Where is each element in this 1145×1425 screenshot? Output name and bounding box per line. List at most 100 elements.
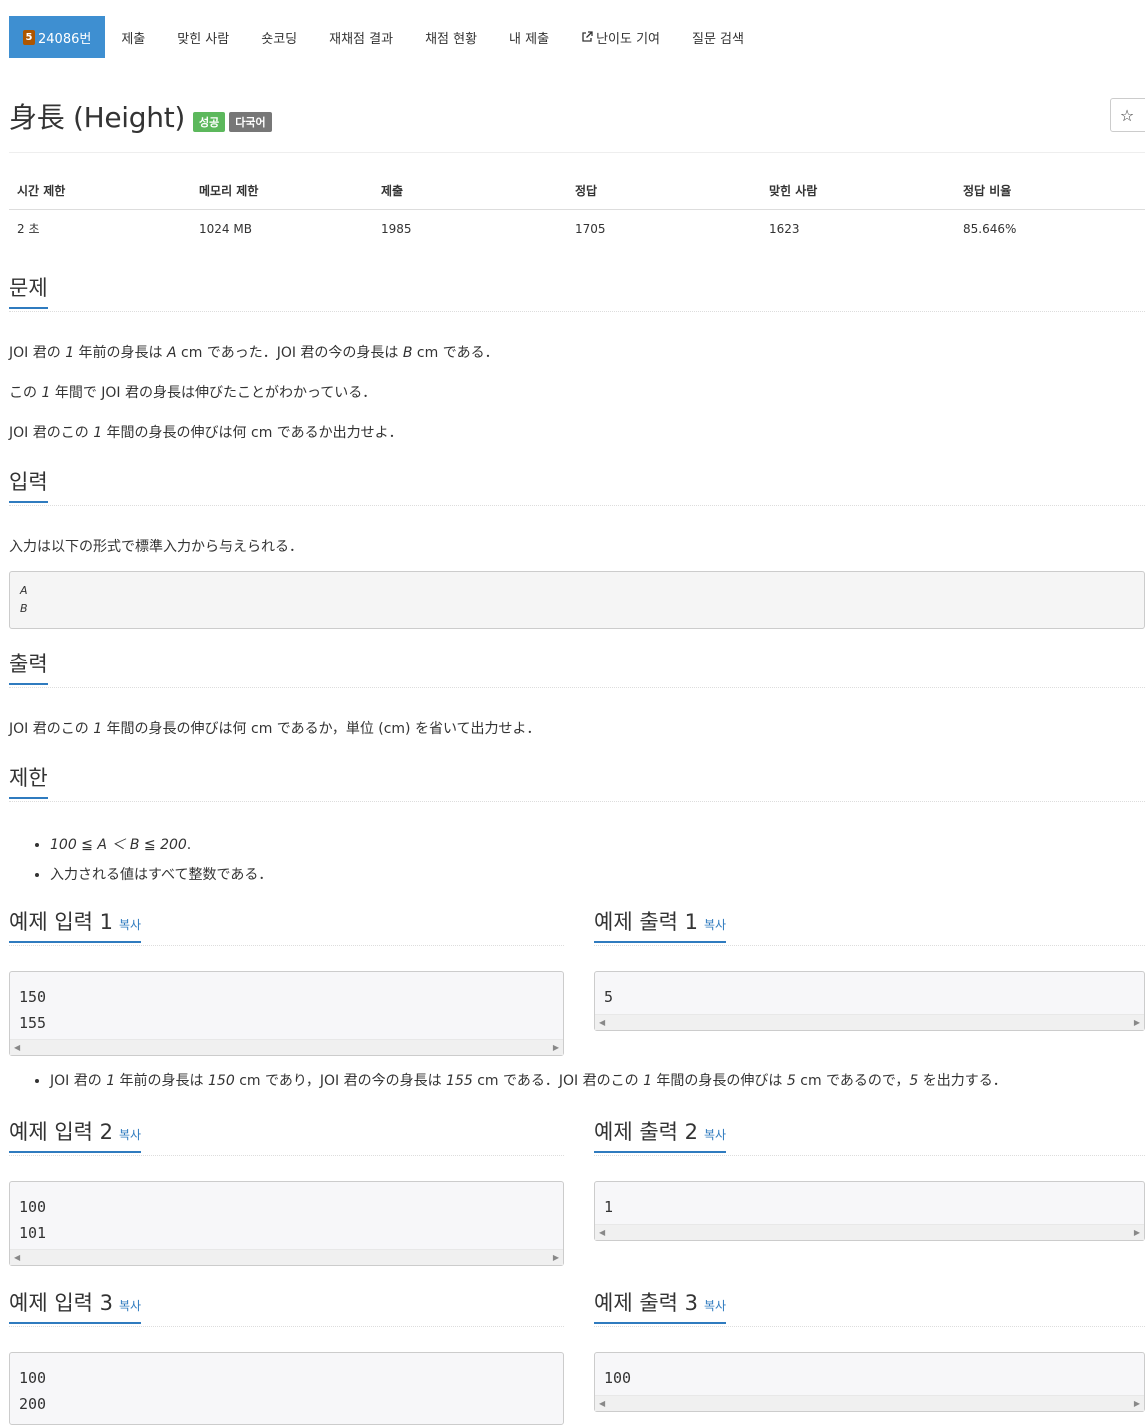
nav-short-coding[interactable]: 숏코딩 <box>245 16 313 58</box>
math: 150 <box>208 1073 235 1089</box>
sample-output-1-box[interactable]: 5 ◀ ▶ <box>594 971 1145 1031</box>
copy-button[interactable]: 복사 <box>704 918 726 932</box>
nav-judge-status[interactable]: 채점 현황 <box>409 16 493 58</box>
title-row: 身長 (Height) 성공 다국어 <box>9 96 272 136</box>
text: cm である． <box>412 345 499 361</box>
copy-button[interactable]: 복사 <box>119 1299 141 1313</box>
stats-header: 시간 제한 <box>9 172 191 210</box>
language-badge[interactable]: 다국어 <box>229 112 272 132</box>
output-heading: 출력 <box>9 652 48 686</box>
text: JOI 君のこの <box>9 425 94 441</box>
output-paragraph: JOI 君のこの 1 年間の身長の伸びは何 cm であるか，単位 (cm) を省… <box>9 718 541 738</box>
problem-heading: 문제 <box>9 276 48 310</box>
problem-stats-table: 시간 제한 메모리 제한 제출 정답 맞힌 사람 정답 비율 2 초 1024 … <box>9 172 1145 247</box>
nav-rejudge-results[interactable]: 재채점 결과 <box>313 16 409 58</box>
problem-section-heading: 문제 <box>9 276 48 310</box>
nav-problem-id[interactable]: 5 24086번 <box>9 16 106 58</box>
sample-input-2-box[interactable]: 100 101 ◀ ▶ <box>9 1181 564 1266</box>
math: 1 <box>643 1073 652 1089</box>
section-divider <box>9 801 1145 802</box>
text: を出力する． <box>918 1073 1007 1089</box>
scroll-right-icon[interactable]: ▶ <box>553 1043 559 1052</box>
favorite-button[interactable]: ☆ <box>1110 98 1145 132</box>
sample-output-2-heading: 예제 출력 2 복사 <box>594 1120 727 1154</box>
status-badge: 성공 <box>193 112 226 132</box>
nav-my-submissions[interactable]: 내 제출 <box>493 16 565 58</box>
scroll-left-icon[interactable]: ◀ <box>14 1253 20 1262</box>
stats-header: 제출 <box>373 172 567 210</box>
scroll-right-icon[interactable]: ▶ <box>1134 1018 1140 1027</box>
stats-cell: 2 초 <box>17 222 40 236</box>
horizontal-scrollbar[interactable]: ◀ ▶ <box>595 1224 1144 1240</box>
text: JOI 君のこの <box>9 721 94 737</box>
sample-input-1-box[interactable]: 150 155 ◀ ▶ <box>9 971 564 1056</box>
tier-icon: 5 <box>23 29 35 45</box>
problem-nav: 5 24086번 제출 맞힌 사람 숏코딩 재채점 결과 채점 현황 내 제출 … <box>9 16 760 58</box>
scroll-left-icon[interactable]: ◀ <box>599 1399 605 1408</box>
problem-paragraph: JOI 君の 1 年前の身長は A cm であった．JOI 君の今の身長は B … <box>9 342 499 362</box>
section-divider <box>9 311 1145 312</box>
scroll-left-icon[interactable]: ◀ <box>599 1018 605 1027</box>
horizontal-scrollbar[interactable]: ◀ ▶ <box>595 1014 1144 1030</box>
scroll-right-icon[interactable]: ▶ <box>553 1253 559 1262</box>
stats-row: 2 초 1024 MB 1985 1705 1623 85.646% <box>9 210 1145 248</box>
scroll-right-icon[interactable]: ▶ <box>1134 1228 1140 1237</box>
problem-paragraph: JOI 君のこの 1 年間の身長の伸びは何 cm であるか出力せよ． <box>9 422 403 442</box>
text: cm であった．JOI 君の今の身長は <box>176 345 403 361</box>
limit-list: 100 ≦ A ＜ B ≦ 200. 入力される値はすべて整数である． <box>32 830 272 890</box>
scroll-left-icon[interactable]: ◀ <box>14 1043 20 1052</box>
section-divider <box>594 945 1145 946</box>
sample-code: 150 155 <box>19 988 47 1032</box>
math: 5 <box>786 1073 796 1089</box>
nav-difficulty-contribution[interactable]: 난이도 기여 <box>565 16 676 58</box>
copy-button[interactable]: 복사 <box>704 1128 726 1142</box>
section-divider <box>9 1326 564 1327</box>
text: 年間の身長の伸びは何 cm であるか出力せよ． <box>102 425 403 441</box>
section-divider <box>9 505 1145 506</box>
title-divider <box>9 152 1145 153</box>
sample-code: 100 101 <box>19 1198 47 1242</box>
sample-input-3-heading: 예제 입력 3 복사 <box>9 1291 142 1325</box>
math: 1 <box>93 721 103 737</box>
scroll-left-icon[interactable]: ◀ <box>599 1228 605 1237</box>
copy-button[interactable]: 복사 <box>119 1128 141 1142</box>
nav-solved-users[interactable]: 맞힌 사람 <box>161 16 245 58</box>
stats-header: 정답 <box>567 172 761 210</box>
sample-output-2-box[interactable]: 1 ◀ ▶ <box>594 1181 1145 1241</box>
stats-header: 맞힌 사람 <box>761 172 955 210</box>
copy-button[interactable]: 복사 <box>704 1299 726 1313</box>
stats-cell: 1985 <box>381 221 412 236</box>
stats-cell: 1024 MB <box>199 221 252 236</box>
section-divider <box>9 1155 564 1156</box>
math: 5 <box>909 1073 919 1089</box>
sample-title: 예제 출력 3 <box>594 1291 698 1315</box>
sample-input-3-box[interactable]: 100 200 <box>9 1352 564 1425</box>
text: 年間で JOI 君の身長は伸びたことがわかっている． <box>50 385 377 401</box>
sample-code: 100 200 <box>19 1369 47 1413</box>
input-format-box: A B <box>9 571 1145 629</box>
nav-submit[interactable]: 제출 <box>105 16 161 58</box>
difficulty-label: 난이도 기여 <box>596 31 660 47</box>
sample-code: 5 <box>604 988 614 1006</box>
stats-cell: 85.646% <box>963 221 1017 236</box>
list-item: 入力される値はすべて整数である． <box>50 860 272 890</box>
text: cm であり，JOI 君の今の身長は <box>234 1073 447 1089</box>
text: cm である．JOI 君のこの <box>472 1073 644 1089</box>
input-section-heading: 입력 <box>9 470 48 504</box>
sample-output-3-box[interactable]: 100 ◀ ▶ <box>594 1352 1145 1412</box>
scroll-right-icon[interactable]: ▶ <box>1134 1399 1140 1408</box>
horizontal-scrollbar[interactable]: ◀ ▶ <box>10 1039 563 1055</box>
output-section-heading: 출력 <box>9 652 48 686</box>
list-item: JOI 君の 1 年前の身長は 150 cm であり，JOI 君の今の身長は 1… <box>50 1070 1007 1090</box>
text: この <box>9 385 42 401</box>
text: 年間の身長の伸びは何 cm であるか，単位 (cm) を省いて出力せよ． <box>102 721 541 737</box>
copy-button[interactable]: 복사 <box>119 918 141 932</box>
limit-heading: 제한 <box>9 766 48 800</box>
sample-title: 예제 입력 3 <box>9 1291 113 1315</box>
math: 100 ≦ A ＜ B ≦ 200 <box>50 837 187 853</box>
horizontal-scrollbar[interactable]: ◀ ▶ <box>595 1395 1144 1411</box>
nav-question-search[interactable]: 질문 검색 <box>676 16 760 58</box>
horizontal-scrollbar[interactable]: ◀ ▶ <box>10 1249 563 1265</box>
stats-header-row: 시간 제한 메모리 제한 제출 정답 맞힌 사람 정답 비율 <box>9 172 1145 210</box>
section-divider <box>9 945 564 946</box>
